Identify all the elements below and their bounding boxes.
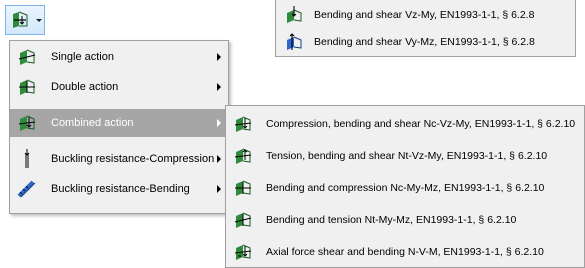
beam-icon (10, 10, 30, 30)
combined-action-submenu: Compression, bending and shear Nc-Vz-My,… (225, 105, 585, 268)
menu-item-double-action[interactable]: Double action (10, 73, 228, 101)
menu-item-buckling-compression[interactable]: Buckling resistance-Compression (10, 145, 228, 173)
submenu-item-label: Bending and tension Nt-My-Mz, EN1993-1-1… (266, 214, 517, 226)
menu-item-label: Buckling resistance-Compression (51, 153, 215, 165)
chevron-right-icon (217, 119, 221, 127)
beam-single-icon (17, 47, 37, 67)
check-type-menu: Single action Double action Combined act… (9, 40, 229, 214)
submenu-item-label: Bending and compression Nc-My-Mz, EN1993… (266, 182, 545, 194)
menu-item-label: Double action (51, 81, 119, 93)
submenu-item-n-v-m[interactable]: Axial force shear and bending N-V-M, EN1… (226, 236, 584, 268)
submenu-item-label: Compression, bending and shear Nc-Vz-My,… (266, 118, 576, 130)
beam-combined-icon (17, 113, 37, 133)
beam-combined-icon (233, 210, 253, 230)
chevron-right-icon (217, 83, 221, 91)
menu-item-label: Buckling resistance-Bending (51, 183, 190, 195)
submenu-item-nc-vz-my[interactable]: Compression, bending and shear Nc-Vz-My,… (226, 108, 584, 140)
beam-vertical-arrow-icon (284, 5, 304, 25)
beam-combined-icon (233, 146, 253, 166)
menu-item-label: Bending and shear Vy-Mz, EN1993-1-1, § 6… (314, 36, 535, 48)
menu-item-label: Bending and shear Vz-My, EN1993-1-1, § 6… (314, 9, 535, 21)
menu-item-label: Combined action (51, 117, 134, 129)
design-checks-dropdown-button[interactable] (5, 5, 45, 35)
beam-buckling-icon (17, 179, 37, 199)
submenu-item-nc-my-mz[interactable]: Bending and compression Nc-My-Mz, EN1993… (226, 172, 584, 204)
chevron-right-icon (217, 185, 221, 193)
menu-item-bending-shear-vy-mz[interactable]: Bending and shear Vy-Mz, EN1993-1-1, § 6… (276, 29, 575, 55)
submenu-item-nt-vz-my[interactable]: Tension, bending and shear Nt-Vz-My, EN1… (226, 140, 584, 172)
menu-item-buckling-bending[interactable]: Buckling resistance-Bending (10, 175, 228, 203)
submenu-item-label: Axial force shear and bending N-V-M, EN1… (266, 246, 544, 258)
submenu-item-nt-my-mz[interactable]: Bending and tension Nt-My-Mz, EN1993-1-1… (226, 204, 584, 236)
beam-combined-icon (233, 178, 253, 198)
menu-item-label: Single action (51, 51, 114, 63)
submenu-item-label: Tension, bending and shear Nt-Vz-My, EN1… (266, 150, 548, 162)
menu-item-combined-action[interactable]: Combined action (10, 109, 228, 137)
chevron-down-icon (36, 19, 42, 22)
beam-combined-icon (233, 114, 253, 134)
column-buckling-icon (17, 149, 37, 169)
bending-shear-menu: Bending and shear Vz-My, EN1993-1-1, § 6… (275, 0, 576, 57)
beam-horizontal-arrow-icon (284, 32, 304, 52)
beam-combined-icon (233, 242, 253, 262)
menu-item-bending-shear-vz-my[interactable]: Bending and shear Vz-My, EN1993-1-1, § 6… (276, 2, 575, 28)
chevron-right-icon (217, 155, 221, 163)
chevron-right-icon (217, 53, 221, 61)
menu-item-single-action[interactable]: Single action (10, 43, 228, 71)
beam-double-icon (17, 77, 37, 97)
